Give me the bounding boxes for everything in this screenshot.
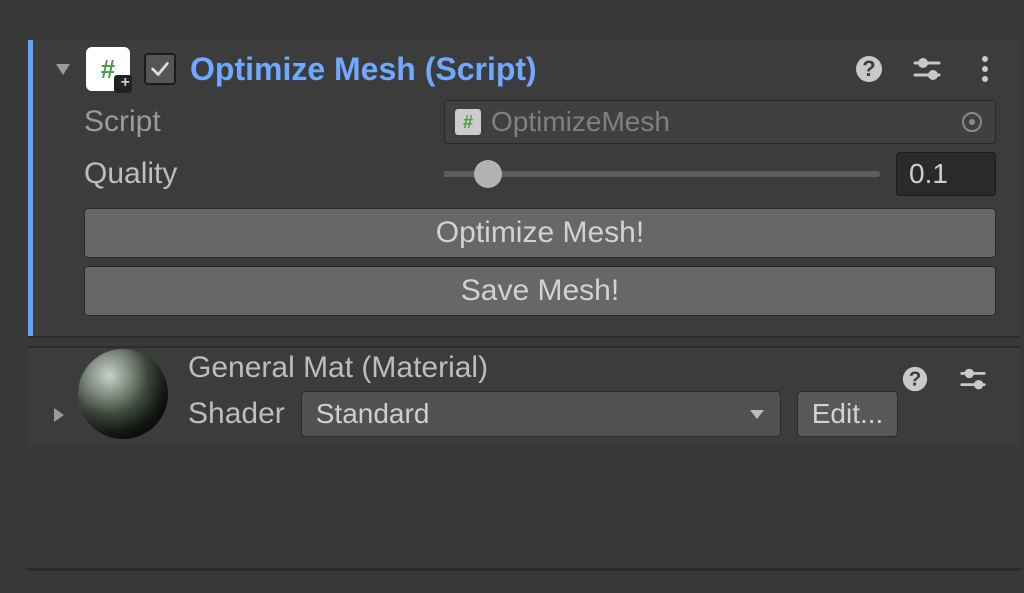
shader-value: Standard: [316, 398, 430, 430]
quality-label: Quality: [84, 157, 444, 191]
enable-checkbox[interactable]: [144, 53, 176, 85]
edit-shader-button[interactable]: Edit...: [797, 391, 899, 437]
quality-input[interactable]: 0.1: [896, 152, 996, 196]
script-label: Script: [84, 105, 444, 139]
script-name: OptimizeMesh: [491, 106, 959, 138]
material-title: General Mat (Material): [188, 351, 898, 385]
shader-dropdown[interactable]: Standard: [301, 391, 781, 437]
help-icon[interactable]: ?: [898, 362, 932, 396]
quality-slider[interactable]: [444, 171, 880, 177]
component-title: Optimize Mesh (Script): [190, 51, 852, 88]
optimize-mesh-button[interactable]: Optimize Mesh!: [84, 208, 996, 258]
context-menu-icon[interactable]: [1014, 362, 1024, 396]
object-picker-icon[interactable]: [959, 109, 985, 135]
material-foldout[interactable]: [50, 402, 68, 428]
component-optimize-mesh: # + Optimize Mesh (Script) ?: [28, 40, 1020, 338]
foldout-toggle[interactable]: [50, 56, 76, 82]
quality-slider-thumb[interactable]: [474, 160, 502, 188]
divider: [28, 568, 1020, 571]
quality-row: Quality 0.1: [28, 148, 1020, 200]
selection-accent: [28, 40, 33, 336]
svg-text:?: ?: [909, 368, 922, 391]
material-header-icons: ?: [898, 362, 1024, 396]
help-icon[interactable]: ?: [852, 52, 886, 86]
script-row: Script # OptimizeMesh: [28, 96, 1020, 148]
script-icon: # +: [86, 47, 130, 91]
material-title-wrap: General Mat (Material) Shader Standard E…: [188, 351, 898, 437]
presets-icon[interactable]: [956, 362, 990, 396]
context-menu-icon[interactable]: [968, 52, 1002, 86]
quality-slider-wrap: 0.1: [444, 152, 996, 196]
material-preview-sphere: [78, 349, 168, 439]
material-section: General Mat (Material) Shader Standard E…: [28, 346, 1020, 446]
component-header[interactable]: # + Optimize Mesh (Script) ?: [28, 40, 1020, 96]
save-mesh-button[interactable]: Save Mesh!: [84, 266, 996, 316]
svg-text:?: ?: [862, 56, 875, 81]
inspector-panel: # + Optimize Mesh (Script) ?: [28, 40, 1020, 446]
shader-label: Shader: [188, 397, 285, 431]
shader-row: Shader Standard Edit...: [188, 391, 898, 437]
script-object-field[interactable]: # OptimizeMesh: [444, 100, 996, 144]
component-header-icons: ?: [852, 52, 1010, 86]
chevron-down-icon: [748, 408, 766, 420]
script-mini-icon: #: [455, 109, 481, 135]
presets-icon[interactable]: [910, 52, 944, 86]
material-header[interactable]: General Mat (Material) Shader Standard E…: [50, 358, 1010, 430]
